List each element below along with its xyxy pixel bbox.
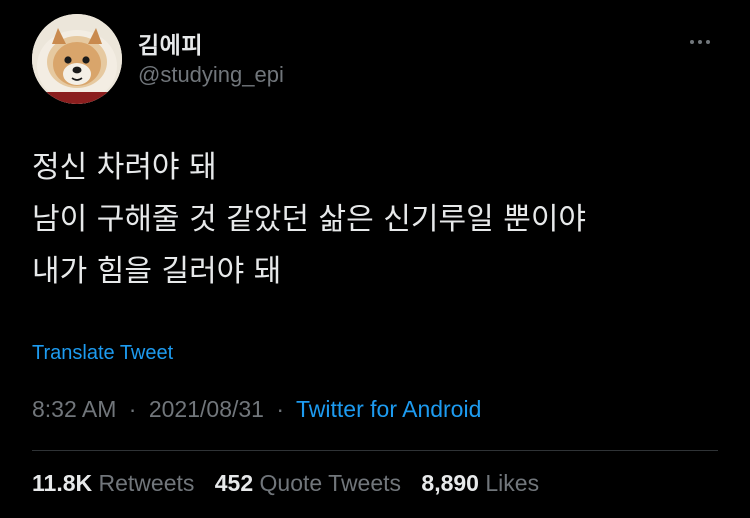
tweet-text-line: 내가 힘을 길러야 돼 xyxy=(32,254,282,289)
display-name[interactable]: 김에피 xyxy=(138,26,203,60)
tweet-metadata: 8:32 AM · 2021/08/31 · Twitter for Andro… xyxy=(32,396,481,423)
tweet-text-line: 남이 구해줄 것 같았던 삶은 신기루일 뿐이야 xyxy=(32,202,587,237)
likes-stat[interactable]: 8,890 Likes xyxy=(421,470,539,496)
source-link[interactable]: Twitter for Android xyxy=(296,396,481,422)
retweets-label: Retweets xyxy=(98,470,195,496)
more-horizontal-icon-dot xyxy=(698,40,702,44)
likes-count: 8,890 xyxy=(421,470,479,496)
tweet-text: 정신 차려야 돼 남이 구해줄 것 같았던 삶은 신기루일 뿐이야 내가 힘을 … xyxy=(32,142,722,298)
more-horizontal-icon xyxy=(690,40,694,44)
retweets-stat[interactable]: 11.8K Retweets xyxy=(32,470,201,496)
tweet-date[interactable]: 2021/08/31 xyxy=(149,396,264,422)
quote-tweets-count: 452 xyxy=(214,470,254,496)
separator: · xyxy=(276,396,285,422)
avatar[interactable] xyxy=(32,14,122,104)
translate-tweet-link[interactable]: Translate Tweet xyxy=(32,342,173,365)
quote-tweets-stat[interactable]: 452 Quote Tweets xyxy=(215,470,408,496)
retweets-count: 11.8K xyxy=(32,470,93,496)
separator: · xyxy=(128,396,137,422)
tweet-time[interactable]: 8:32 AM xyxy=(32,396,116,422)
quote-tweets-label: Quote Tweets xyxy=(259,470,402,496)
tweet-text-line: 정신 차려야 돼 xyxy=(32,150,217,185)
pomeranian-dog-avatar-icon xyxy=(32,14,122,104)
more-options-button[interactable] xyxy=(682,28,718,56)
user-handle[interactable]: @studying_epi xyxy=(138,62,284,88)
engagement-stats: 11.8K Retweets 452 Quote Tweets 8,890 Li… xyxy=(32,470,553,497)
divider xyxy=(32,450,718,451)
likes-label: Likes xyxy=(485,470,540,496)
tweet-detail: 김에피 @studying_epi 정신 차려야 돼 남이 구해줄 것 같았던 … xyxy=(0,0,750,518)
more-horizontal-icon-dot xyxy=(706,40,710,44)
